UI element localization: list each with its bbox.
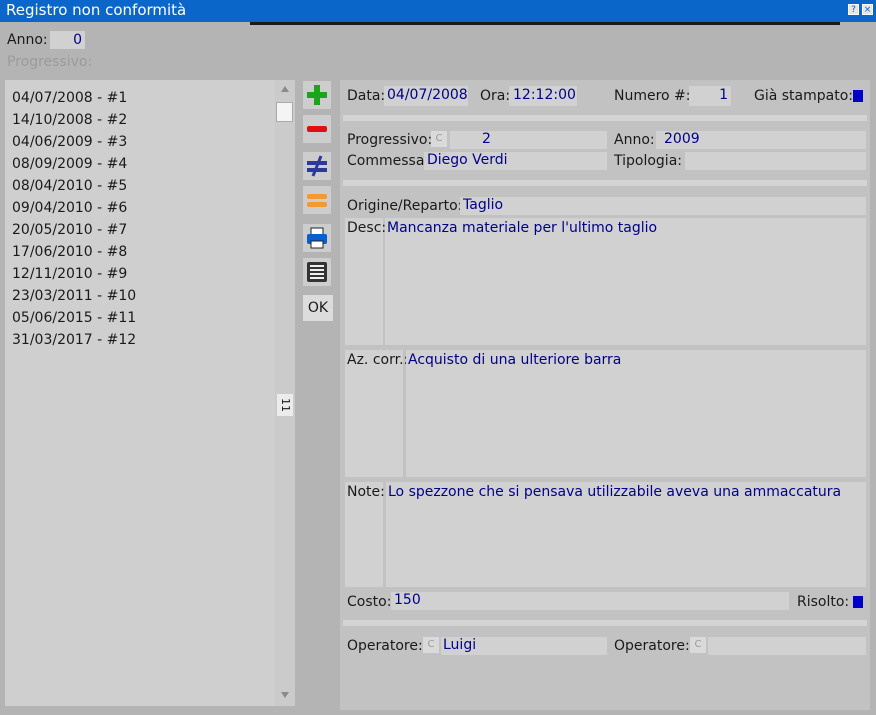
scroll-thumb[interactable] (276, 102, 293, 122)
costo-field[interactable]: 150 (391, 592, 789, 610)
operatore1-value: Luigi (443, 637, 477, 653)
ora-label: Ora: (480, 88, 511, 104)
note-value: Lo spezzone che si pensava utilizzabile … (388, 484, 842, 500)
remove-icon (307, 126, 327, 132)
scroll-count: 11 (277, 394, 293, 416)
stampato-checkbox[interactable] (853, 90, 863, 102)
progressivo-clear-button[interactable]: C (431, 131, 447, 147)
list-item[interactable]: 09/04/2010 - #6 (12, 200, 127, 216)
anno-detail-label: Anno: (614, 132, 655, 148)
anno-detail-value: 2009 (664, 131, 700, 147)
close-button[interactable]: × (862, 4, 873, 15)
list-item[interactable]: 14/10/2008 - #2 (12, 112, 127, 128)
operatore2-field[interactable] (708, 637, 866, 655)
origine-value: Taglio (463, 197, 504, 213)
list-item[interactable]: 05/06/2015 - #11 (12, 310, 136, 326)
stampato-label: Già stampato: (754, 88, 854, 104)
data-label: Data: (347, 88, 386, 104)
add-button[interactable] (303, 81, 331, 109)
list-item[interactable]: 04/06/2009 - #3 (12, 134, 127, 150)
remove-button[interactable] (303, 115, 331, 143)
anno-value: 0 (73, 32, 82, 48)
data-field[interactable]: 04/07/2008 (384, 86, 468, 106)
numero-value: 1 (719, 87, 728, 103)
progressivo-detail-label: Progressivo: (347, 132, 433, 148)
ora-field[interactable]: 12:12:00 (509, 86, 577, 106)
list-item[interactable]: 12/11/2010 - #9 (12, 266, 127, 282)
azcorr-textarea[interactable]: Acquisto di una ulteriore barra (406, 350, 866, 477)
note-label: Note: (347, 484, 385, 500)
note-textarea[interactable]: Lo spezzone che si pensava utilizzabile … (386, 482, 866, 587)
ok-button[interactable]: OK (303, 295, 333, 321)
scroll-up-icon[interactable] (281, 86, 289, 92)
operatore2-clear-button[interactable]: C (690, 637, 706, 653)
list-item[interactable]: 31/03/2017 - #12 (12, 332, 136, 348)
risolto-checkbox[interactable] (853, 596, 863, 608)
azcorr-label: Az. corr.: (347, 352, 409, 368)
ora-value: 12:12:00 (513, 87, 576, 103)
anno-field[interactable]: 0 (50, 31, 85, 49)
print-button[interactable] (303, 224, 331, 252)
risolto-label: Risolto: (797, 594, 850, 610)
list-view-button[interactable] (303, 258, 331, 286)
origine-field[interactable]: Taglio (460, 197, 866, 215)
not-equal-button[interactable] (303, 152, 331, 180)
azcorr-value: Acquisto di una ulteriore barra (408, 352, 622, 368)
commessa-value: Diego Verdi (427, 152, 508, 168)
costo-label: Costo: (347, 594, 392, 610)
list-item[interactable]: 04/07/2008 - #1 (12, 90, 127, 106)
separator (343, 620, 867, 626)
equal-icon (307, 194, 327, 207)
operatore2-label: Operatore: (614, 638, 690, 654)
title-bar: Registro non conformità ? × (0, 0, 876, 22)
list-scrollbar[interactable]: 11 (275, 80, 295, 706)
operatore1-field[interactable]: Luigi (441, 637, 607, 655)
azcorr-label-box: Az. corr.: (345, 350, 408, 477)
progressivo-value: 2 (482, 131, 491, 147)
printer-icon (307, 227, 327, 249)
list-item[interactable]: 20/05/2010 - #7 (12, 222, 127, 238)
commessa-label: Commessa: (347, 153, 430, 169)
data-value: 04/07/2008 (387, 87, 468, 103)
record-list[interactable]: 04/07/2008 - #1 14/10/2008 - #2 04/06/20… (5, 80, 295, 706)
list-item[interactable]: 08/09/2009 - #4 (12, 156, 127, 172)
not-equal-icon (307, 155, 327, 177)
desc-label-box: Desc: (345, 218, 387, 345)
list-icon (307, 262, 327, 282)
tipologia-field[interactable] (685, 152, 866, 170)
list-item[interactable]: 23/03/2011 - #10 (12, 288, 136, 304)
commessa-field[interactable]: Diego Verdi (424, 152, 607, 170)
desc-value: Mancanza materiale per l'ultimo taglio (387, 220, 658, 236)
operatore1-label: Operatore: (347, 638, 423, 654)
numero-label: Numero #: (614, 88, 691, 104)
anno-detail-field[interactable]: 2009 (656, 131, 866, 149)
tipologia-label: Tipologia: (614, 153, 682, 169)
origine-label: Origine/Reparto: (347, 198, 463, 214)
operatore1-clear-button[interactable]: C (423, 637, 439, 653)
numero-field[interactable]: 1 (689, 86, 731, 106)
anno-label: Anno: (7, 32, 48, 48)
scroll-down-icon[interactable] (281, 692, 289, 698)
separator (343, 115, 867, 121)
separator (343, 180, 867, 186)
window-title: Registro non conformità (6, 1, 187, 19)
equal-button[interactable] (303, 186, 331, 214)
progressivo-field[interactable]: 2 (450, 131, 607, 149)
list-item[interactable]: 08/04/2010 - #5 (12, 178, 127, 194)
note-label-box: Note: (345, 482, 385, 587)
progressivo-label: Progressivo: (7, 54, 93, 70)
costo-value: 150 (394, 592, 421, 608)
add-icon (307, 85, 327, 105)
title-underline (250, 22, 840, 25)
desc-label: Desc: (347, 220, 387, 236)
desc-textarea[interactable]: Mancanza materiale per l'ultimo taglio (385, 218, 866, 345)
help-button[interactable]: ? (848, 4, 859, 15)
list-item[interactable]: 17/06/2010 - #8 (12, 244, 127, 260)
